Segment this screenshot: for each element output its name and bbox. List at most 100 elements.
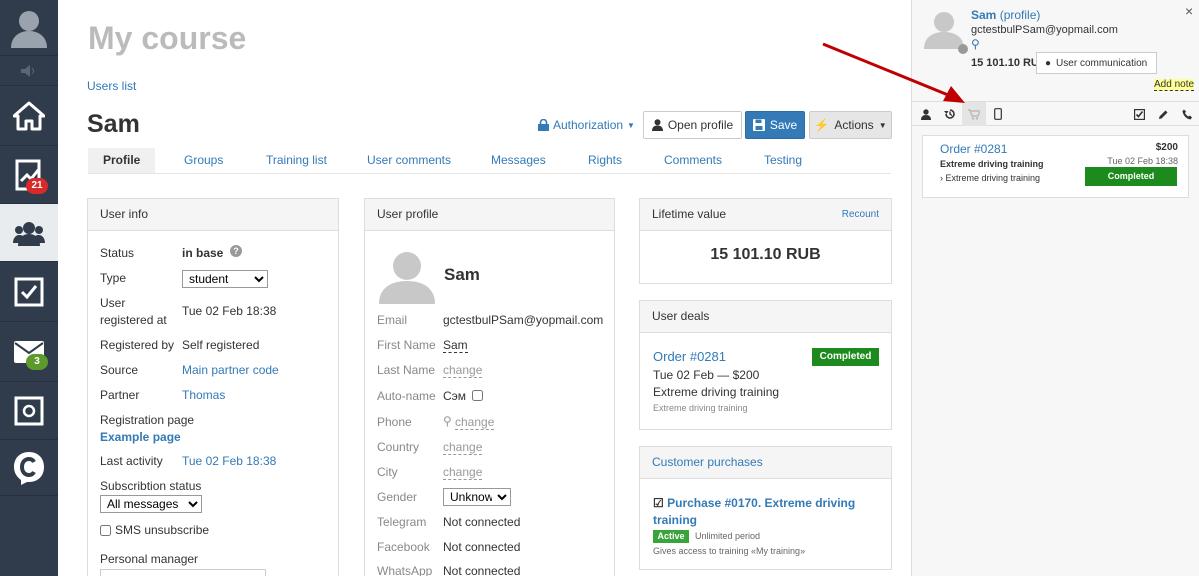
user-icon	[651, 119, 663, 131]
save-label: Save	[769, 118, 798, 132]
bolt-icon: ⚡	[814, 118, 830, 132]
user-info-heading: User info	[100, 207, 149, 221]
user-profile-title: User profile	[365, 199, 614, 231]
status-label: Status	[100, 246, 135, 260]
avatar-nav[interactable]	[0, 0, 58, 56]
open-profile-button[interactable]: Open profile	[643, 111, 742, 139]
mobile-tab-icon[interactable]	[986, 102, 1010, 126]
sidebar-profile-link[interactable]: (profile)	[1000, 8, 1041, 22]
nav-tasks[interactable]	[0, 262, 58, 322]
subscription-label: Subscribtion status	[100, 479, 202, 493]
tab-training-list[interactable]: Training list	[266, 148, 327, 173]
recount-link[interactable]: Recount	[842, 199, 879, 230]
tab-comments[interactable]: Comments	[664, 148, 722, 173]
source-link[interactable]: Main partner code	[182, 363, 279, 377]
gender-select[interactable]: Unknown	[443, 488, 511, 506]
sound-toggle[interactable]	[0, 56, 58, 86]
nav-stats[interactable]: 21	[0, 146, 58, 204]
email-label: Email	[377, 313, 408, 327]
user-info-panel: User info Status in base ? Type student …	[87, 198, 339, 576]
last-activity-label: Last activity	[100, 454, 163, 468]
purchase-link[interactable]: ☑ Purchase #0170. Extreme driving traini…	[653, 495, 878, 529]
lifetime-head: Lifetime value Recount	[640, 199, 891, 231]
type-select[interactable]: student	[182, 270, 268, 288]
first-name-value[interactable]: Sam	[443, 338, 468, 353]
checkbox-icon	[14, 277, 44, 306]
sidebar-order-link[interactable]: Order #0281	[940, 142, 1007, 156]
pencil-tab-icon[interactable]	[1151, 102, 1175, 126]
tab-messages[interactable]: Messages	[491, 148, 546, 173]
nav-users[interactable]	[0, 204, 58, 262]
save-button[interactable]: Save	[745, 111, 805, 139]
add-note-link[interactable]: Add note	[1154, 79, 1195, 91]
page-title: My course	[88, 20, 247, 56]
reg-page-label: Registration page	[100, 413, 195, 427]
tab-rights[interactable]: Rights	[588, 148, 622, 173]
whatsapp-value: Not connected	[443, 564, 521, 576]
users-icon	[13, 221, 45, 246]
nav-home[interactable]	[0, 86, 58, 146]
sms-label: SMS unsubscribe	[115, 523, 210, 537]
nav-safe[interactable]	[0, 382, 58, 440]
nav-brand[interactable]	[0, 440, 58, 496]
home-icon	[13, 101, 45, 130]
sms-checkbox[interactable]	[100, 524, 111, 536]
phone-change[interactable]: change	[455, 415, 495, 430]
authorization-dropdown[interactable]: Authorization ▼	[538, 118, 635, 132]
breadcrumb[interactable]: Users list	[87, 79, 136, 93]
deal-date-price: Tue 02 Feb — $200	[653, 368, 760, 382]
sidebar-user-line: Sam (profile)	[971, 8, 1040, 22]
purchase-active-badge: Active	[653, 530, 689, 543]
floppy-icon	[752, 119, 765, 131]
user-communication-label: User communication	[1056, 57, 1148, 69]
user-communication-button[interactable]: ● User communication	[1036, 52, 1157, 74]
close-icon[interactable]: ×	[1185, 3, 1193, 19]
sidebar-name-link[interactable]: Sam	[971, 8, 996, 22]
stats-badge: 21	[26, 178, 48, 194]
user-info-title: User info	[88, 199, 338, 231]
tab-testing[interactable]: Testing	[764, 148, 802, 173]
tab-groups[interactable]: Groups	[184, 148, 223, 173]
lifetime-value: 15 101.10 RUB	[710, 246, 821, 263]
purchases-title: Customer purchases	[652, 455, 763, 469]
registered-by-value: Self registered	[182, 338, 260, 352]
type-label: Type	[100, 271, 127, 285]
manager-select[interactable]	[100, 569, 266, 576]
actions-dropdown[interactable]: ⚡ Actions ▼	[809, 111, 892, 139]
phone-tab-icon[interactable]	[1175, 102, 1199, 126]
actions-label: Actions	[834, 118, 874, 132]
autoname-label: Auto-name	[377, 389, 436, 403]
subscription-select[interactable]: All messages	[100, 495, 202, 513]
deals-title: User deals	[652, 309, 710, 323]
nav-messages[interactable]: 3	[0, 322, 58, 382]
last-name-change[interactable]: change	[443, 363, 483, 378]
deal-status-badge: Completed	[812, 348, 879, 366]
facebook-value: Not connected	[443, 540, 521, 554]
sidebar-status-badge: Completed	[1085, 167, 1177, 186]
autoname-checkbox[interactable]	[472, 390, 483, 401]
manager-label: Personal manager	[100, 552, 199, 566]
user-avatar-icon	[11, 10, 47, 48]
country-change[interactable]: change	[443, 440, 483, 455]
sidebar-search-icon[interactable]: ⚲	[971, 37, 980, 51]
purchase-access: Gives access to training «My training»	[653, 546, 806, 556]
purchases-panel: Customer purchases ☑ Purchase #0170. Ext…	[639, 446, 892, 570]
deals-head: User deals	[640, 301, 891, 333]
help-icon[interactable]: ?	[230, 245, 242, 257]
chat-icon: ●	[1045, 57, 1052, 69]
last-activity-link[interactable]: Tue 02 Feb 18:38	[182, 454, 276, 468]
deal-order-link[interactable]: Order #0281	[653, 349, 726, 364]
deal-product: Extreme driving training	[653, 385, 780, 399]
chat-logo-icon	[14, 451, 44, 485]
speaker-icon	[21, 64, 34, 77]
profile-photo	[377, 246, 437, 304]
lock-icon	[538, 119, 549, 131]
user-profile-heading: User profile	[377, 207, 439, 221]
tab-user-comments[interactable]: User comments	[367, 148, 451, 173]
autoname-value: Сэм	[443, 389, 467, 403]
city-change[interactable]: change	[443, 465, 483, 480]
partner-link[interactable]: Thomas	[182, 388, 225, 402]
task-tab-icon[interactable]	[1127, 102, 1151, 126]
reg-page-link[interactable]: Example page	[100, 430, 181, 444]
tab-profile[interactable]: Profile	[88, 148, 156, 173]
